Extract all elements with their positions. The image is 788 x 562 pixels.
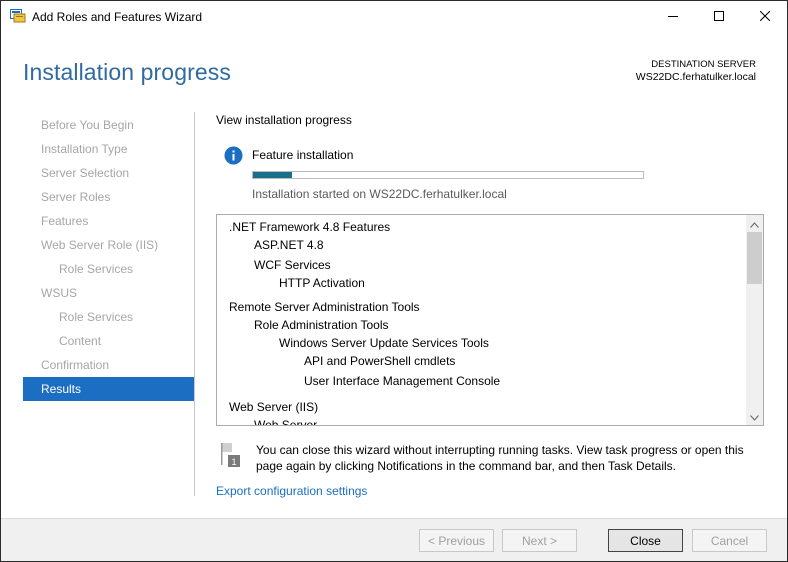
scroll-up-button[interactable] [746,215,763,232]
results-list-content: .NET Framework 4.8 Features ASP.NET 4.8 WC… [217,215,746,425]
minimize-icon [668,10,678,24]
results-list[interactable]: .NET Framework 4.8 Features ASP.NET 4.8 WC… [216,214,764,426]
title-bar[interactable]: Add Roles and Features Wizard [1,1,787,32]
chevron-up-icon [750,217,759,231]
close-window-button[interactable] [742,1,788,32]
server-manager-icon [10,9,26,23]
installation-progress-bar [252,171,644,179]
next-button[interactable]: Next > [502,529,577,552]
result-item: Web Server [254,418,318,425]
wizard-step-nav: Before You Begin Installation Type Server … [23,113,194,401]
nav-step-before-you-begin[interactable]: Before You Begin [23,113,194,137]
info-icon [224,146,243,165]
cancel-button[interactable]: Cancel [692,529,767,552]
notification-flag-icon: 1 [220,442,242,468]
nav-step-features[interactable]: Features [23,209,194,233]
result-item: Remote Server Administration Tools [229,300,420,314]
wizard-footer: < Previous Next > Close Cancel [1,518,787,561]
result-item: User Interface Management Console [304,374,501,388]
result-item: API and PowerShell cmdlets [304,354,456,368]
previous-button[interactable]: < Previous [419,529,494,552]
maximize-button[interactable] [696,1,742,32]
nav-divider [194,112,195,496]
result-item: Windows Server Update Services Tools [279,336,489,350]
result-item: ASP.NET 4.8 [254,238,324,252]
nav-step-role-services[interactable]: Role Services [23,257,194,281]
installation-status-text: Installation started on WS22DC.ferhatulk… [252,187,507,201]
result-item: WCF Services [254,258,331,272]
nav-step-wsus[interactable]: WSUS [23,281,194,305]
progress-fill [253,172,292,178]
result-item: HTTP Activation [279,276,365,290]
nav-step-web-server-role-iis[interactable]: Web Server Role (IIS) [23,233,194,257]
result-item: .NET Framework 4.8 Features [229,220,391,234]
nav-step-server-roles[interactable]: Server Roles [23,185,194,209]
result-item: Role Administration Tools [254,318,389,332]
results-scrollbar[interactable] [746,215,763,425]
minimize-button[interactable] [650,1,696,32]
feature-installation-label: Feature installation [252,148,354,162]
nav-step-confirmation[interactable]: Confirmation [23,353,194,377]
close-wizard-note: You can close this wizard without interr… [256,443,744,473]
notification-count: 1 [231,457,236,467]
nav-step-results[interactable]: Results [23,377,194,401]
nav-step-role-services[interactable]: Role Services [23,305,194,329]
page-title: Installation progress [23,59,231,85]
maximize-icon [714,10,724,24]
close-button[interactable]: Close [608,529,683,552]
wizard-window: Add Roles and Features Wizard Installati… [0,0,788,562]
export-configuration-link[interactable]: Export configuration settings [216,484,367,498]
nav-step-content[interactable]: Content [23,329,194,353]
close-icon [759,10,771,24]
nav-step-installation-type[interactable]: Installation Type [23,137,194,161]
chevron-down-icon [750,410,759,424]
nav-step-server-selection[interactable]: Server Selection [23,161,194,185]
scroll-down-button[interactable] [746,408,763,425]
destination-server-label: DESTINATION SERVER [651,59,756,70]
result-item: Web Server (IIS) [229,400,319,414]
section-heading: View installation progress [216,113,352,127]
window-title: Add Roles and Features Wizard [32,10,203,24]
destination-server-name: WS22DC.ferhatulker.local [635,71,756,83]
scroll-thumb[interactable] [747,232,762,284]
